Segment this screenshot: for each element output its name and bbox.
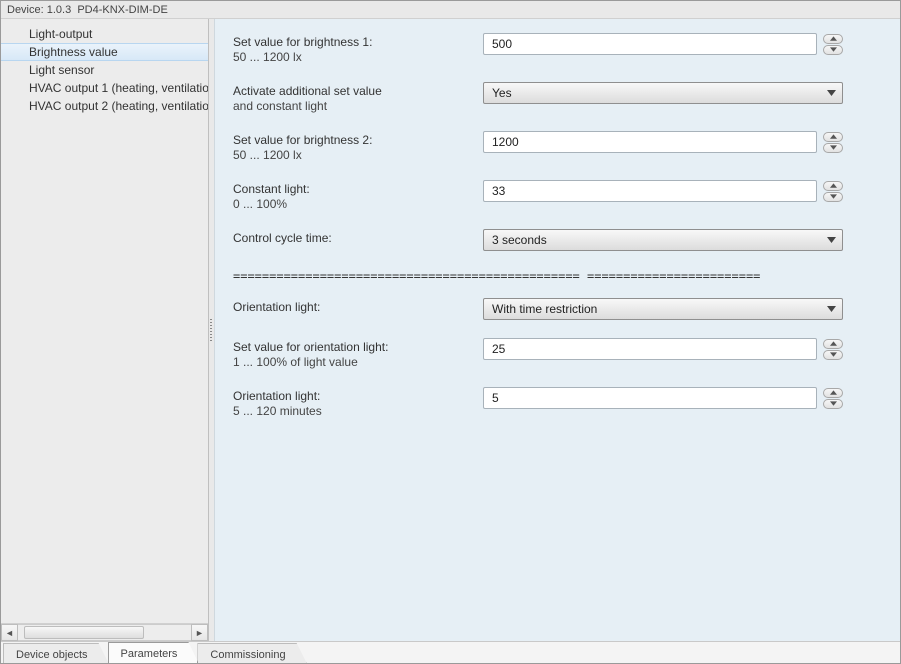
parameter-panel: Set value for brightness 1: 50 ... 1200 … — [214, 19, 900, 641]
sidebar-item-label: HVAC output 2 (heating, ventilatio — [29, 99, 208, 113]
spin-down-button[interactable] — [823, 399, 843, 409]
body: Light-output Brightness value Light sens… — [1, 19, 900, 641]
spin-up-button[interactable] — [823, 339, 843, 349]
activate-additional-combo[interactable]: Yes — [483, 82, 843, 104]
chevron-up-icon — [830, 183, 837, 188]
param-label: Activate additional set value and consta… — [233, 82, 483, 113]
orientation-mode-combo[interactable]: With time restriction — [483, 298, 843, 320]
chevron-down-icon — [827, 306, 836, 312]
orientation-time-spinner — [823, 388, 843, 409]
chevron-up-icon — [830, 390, 837, 395]
sidebar-item-hvac-2[interactable]: HVAC output 2 (heating, ventilatio — [1, 97, 208, 115]
param-row-brightness2: Set value for brightness 2: 50 ... 1200 … — [233, 131, 870, 162]
spin-down-button[interactable] — [823, 350, 843, 360]
scroll-track[interactable] — [18, 624, 191, 641]
device-config-window: Device: 1.0.3 PD4-KNX-DIM-DE Light-outpu… — [0, 0, 901, 664]
orientation-value-input[interactable]: 25 — [483, 338, 817, 360]
combo-value: 3 seconds — [492, 233, 547, 247]
chevron-down-icon — [830, 194, 837, 199]
chevron-right-icon: ► — [195, 628, 204, 638]
tab-device-objects[interactable]: Device objects — [3, 643, 109, 663]
scroll-thumb[interactable] — [24, 626, 144, 639]
scroll-left-button[interactable]: ◄ — [1, 624, 18, 641]
chevron-left-icon: ◄ — [5, 628, 14, 638]
sidebar-hscrollbar[interactable]: ◄ ► — [1, 623, 208, 641]
param-label: Set value for orientation light: 1 ... 1… — [233, 338, 483, 369]
sidebar-item-label: Light-output — [29, 27, 92, 41]
nav-tree: Light-output Brightness value Light sens… — [1, 19, 208, 623]
tab-label: Parameters — [121, 648, 178, 660]
sidebar: Light-output Brightness value Light sens… — [1, 19, 209, 641]
param-row-activate-additional: Activate additional set value and consta… — [233, 82, 870, 113]
splitter[interactable] — [209, 19, 214, 641]
param-row-orientation-mode: Orientation light: With time restriction — [233, 298, 870, 320]
constant-light-spinner — [823, 181, 843, 202]
orientation-time-input[interactable]: 5 — [483, 387, 817, 409]
brightness2-input[interactable]: 1200 — [483, 131, 817, 153]
chevron-down-icon — [830, 47, 837, 52]
spin-up-button[interactable] — [823, 181, 843, 191]
param-label: Constant light: 0 ... 100% — [233, 180, 483, 211]
chevron-up-icon — [830, 341, 837, 346]
param-label: Control cycle time: — [233, 229, 483, 245]
param-row-cycle-time: Control cycle time: 3 seconds — [233, 229, 870, 251]
sidebar-item-brightness-value[interactable]: Brightness value — [1, 43, 208, 61]
brightness1-input[interactable]: 500 — [483, 33, 817, 55]
chevron-up-icon — [830, 134, 837, 139]
sidebar-item-hvac-1[interactable]: HVAC output 1 (heating, ventilation — [1, 79, 208, 97]
chevron-down-icon — [830, 352, 837, 357]
chevron-down-icon — [830, 401, 837, 406]
brightness2-spinner — [823, 132, 843, 153]
bottom-tabstrip: Device objects Parameters Commissioning — [1, 641, 900, 663]
combo-value: Yes — [492, 86, 512, 100]
param-label: Set value for brightness 1: 50 ... 1200 … — [233, 33, 483, 64]
spin-down-button[interactable] — [823, 45, 843, 55]
spin-down-button[interactable] — [823, 192, 843, 202]
tab-label: Commissioning — [210, 649, 285, 661]
sidebar-item-label: Brightness value — [29, 45, 118, 59]
device-address: 1.0.3 — [47, 4, 71, 16]
param-row-orientation-time: Orientation light: 5 ... 120 minutes 5 — [233, 387, 870, 418]
brightness1-spinner — [823, 34, 843, 55]
param-row-constant-light: Constant light: 0 ... 100% 33 — [233, 180, 870, 211]
param-label: Orientation light: 5 ... 120 minutes — [233, 387, 483, 418]
spin-up-button[interactable] — [823, 132, 843, 142]
spin-up-button[interactable] — [823, 388, 843, 398]
chevron-down-icon — [827, 90, 836, 96]
param-row-orientation-value: Set value for orientation light: 1 ... 1… — [233, 338, 870, 369]
titlebar: Device: 1.0.3 PD4-KNX-DIM-DE — [1, 1, 900, 19]
cycle-time-combo[interactable]: 3 seconds — [483, 229, 843, 251]
chevron-down-icon — [830, 145, 837, 150]
sidebar-item-light-sensor[interactable]: Light sensor — [1, 61, 208, 79]
device-name: PD4-KNX-DIM-DE — [77, 4, 167, 16]
tab-commissioning[interactable]: Commissioning — [197, 643, 306, 663]
param-label: Orientation light: — [233, 298, 483, 314]
param-row-brightness1: Set value for brightness 1: 50 ... 1200 … — [233, 33, 870, 64]
orientation-value-spinner — [823, 339, 843, 360]
constant-light-input[interactable]: 33 — [483, 180, 817, 202]
spin-up-button[interactable] — [823, 34, 843, 44]
tab-label: Device objects — [16, 649, 88, 661]
combo-value: With time restriction — [492, 302, 597, 316]
chevron-down-icon — [827, 237, 836, 243]
spin-down-button[interactable] — [823, 143, 843, 153]
sidebar-item-label: Light sensor — [29, 63, 94, 77]
sidebar-item-label: HVAC output 1 (heating, ventilation — [29, 81, 208, 95]
sidebar-item-light-output[interactable]: Light-output — [1, 25, 208, 43]
section-divider: ========================================… — [233, 269, 773, 284]
scroll-right-button[interactable]: ► — [191, 624, 208, 641]
param-label: Set value for brightness 2: 50 ... 1200 … — [233, 131, 483, 162]
title-prefix: Device: — [7, 4, 44, 16]
chevron-up-icon — [830, 36, 837, 41]
tab-parameters[interactable]: Parameters — [108, 642, 199, 663]
